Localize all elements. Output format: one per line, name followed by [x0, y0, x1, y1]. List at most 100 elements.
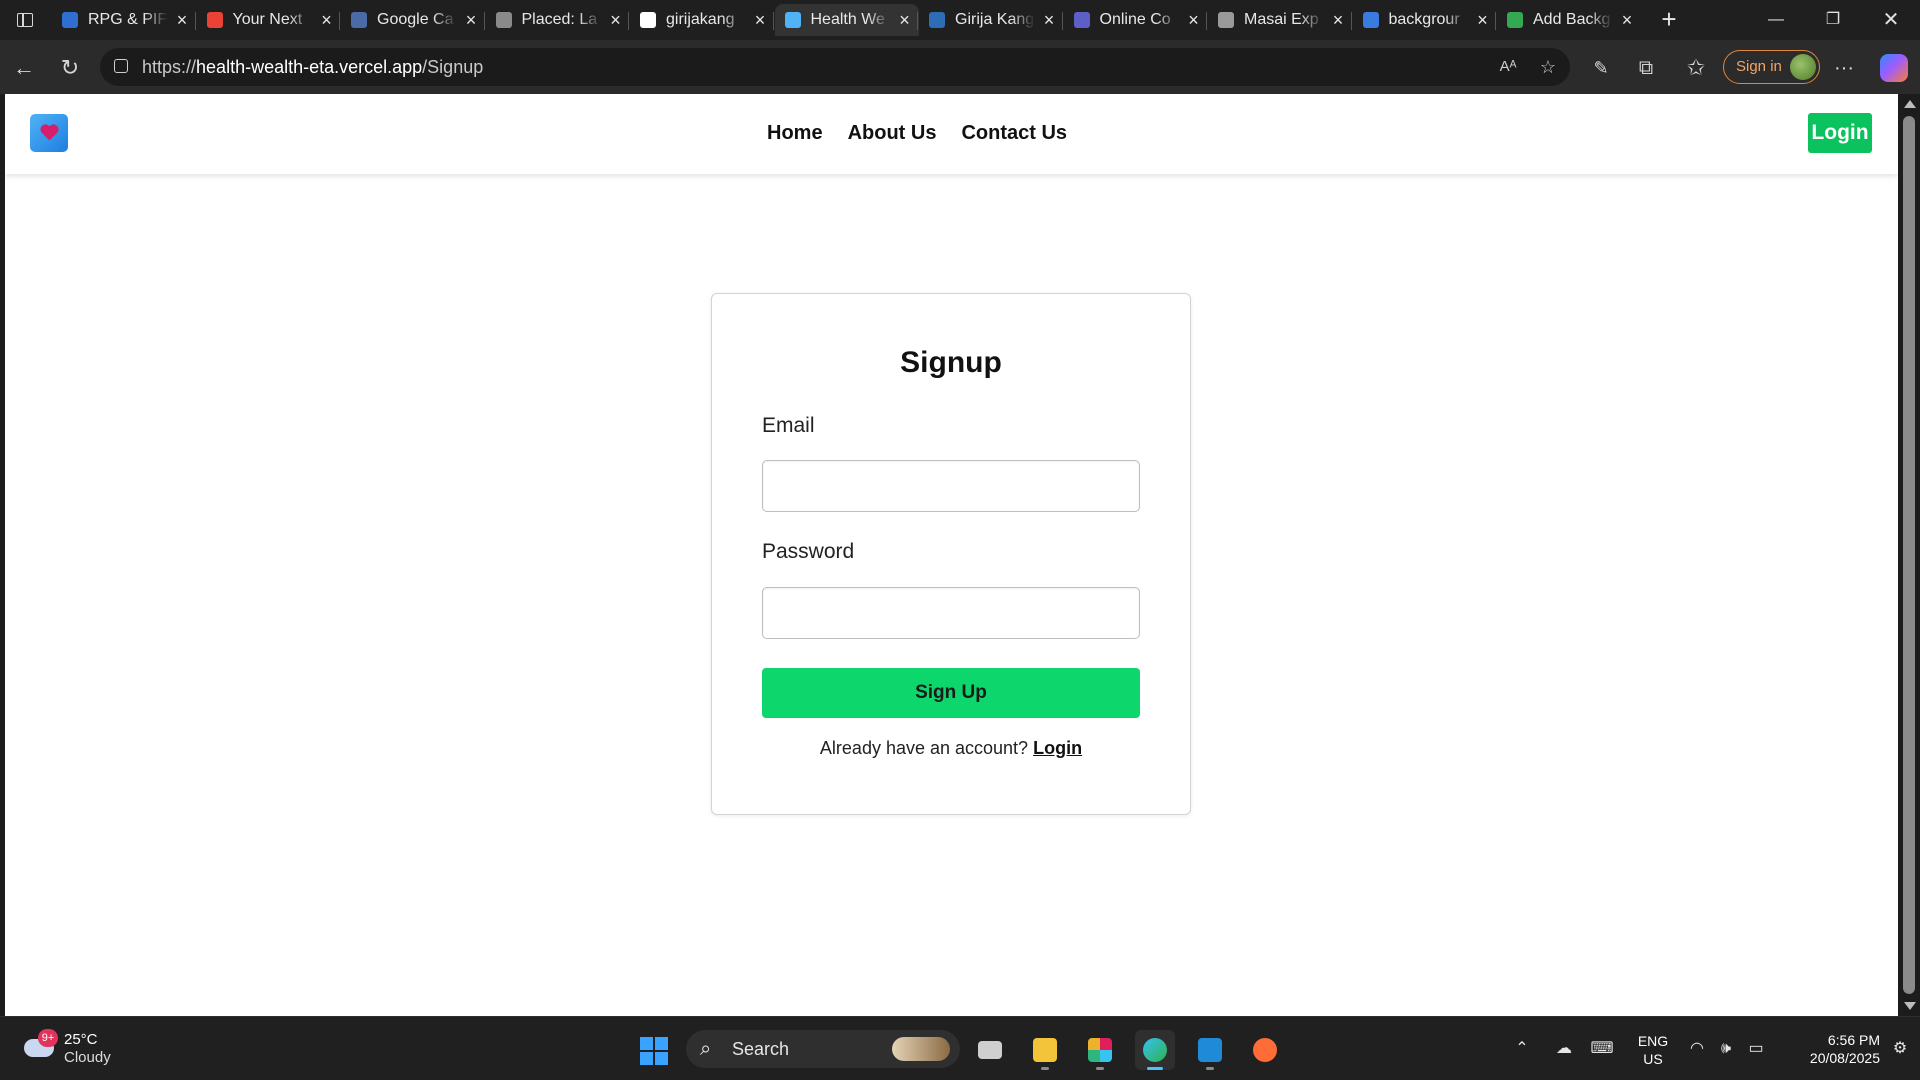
browser-tab[interactable]: Add Backg × — [1497, 4, 1641, 36]
pen-extension-icon[interactable]: ✎ — [1587, 54, 1615, 82]
close-tab-icon[interactable]: × — [750, 10, 770, 30]
tab-title: girijakang — [666, 11, 735, 28]
nav-link-about-us[interactable]: About Us — [848, 122, 937, 145]
close-tab-icon[interactable]: × — [461, 10, 481, 30]
refresh-button[interactable]: ↻ — [56, 54, 84, 82]
browser-tab[interactable]: Online Co × — [1064, 4, 1208, 36]
scroll-down-arrow-icon[interactable] — [1904, 1002, 1916, 1010]
new-tab-button[interactable]: + — [1655, 6, 1683, 34]
sign-up-button[interactable]: Sign Up — [762, 668, 1140, 718]
clock-time: 6:56 PM — [1827, 1032, 1880, 1048]
show-hidden-icons-chevron-icon[interactable]: ⌃ — [1510, 1037, 1534, 1061]
close-tab-icon[interactable]: × — [172, 10, 192, 30]
browser-tab[interactable]: Google Ca × — [341, 4, 485, 36]
browser-tab[interactable]: Health We × — [774, 4, 919, 36]
taskbar-search[interactable]: ⌕ Search — [686, 1030, 960, 1068]
slack-icon[interactable] — [1080, 1030, 1120, 1070]
close-tab-icon[interactable]: × — [1617, 10, 1637, 30]
address-bar[interactable]: https://health-wealth-eta.vercel.app/Sig… — [100, 48, 1570, 86]
nav-login-button[interactable]: Login — [1808, 113, 1872, 153]
tab-separator — [917, 12, 918, 30]
browser-tab[interactable]: Placed: La × — [486, 4, 630, 36]
favorite-star-icon[interactable]: ☆ — [1536, 56, 1560, 78]
copilot-icon[interactable] — [1880, 54, 1908, 82]
login-link[interactable]: Login — [1033, 738, 1082, 758]
onedrive-icon[interactable]: ☁ — [1552, 1037, 1576, 1061]
tab-separator — [339, 12, 340, 30]
document-icon — [929, 12, 945, 28]
nav-link-contact-us[interactable]: Contact Us — [961, 122, 1067, 145]
url-text[interactable]: https://health-wealth-eta.vercel.app/Sig… — [142, 57, 483, 78]
nav-links: Home About Us Contact Us — [767, 122, 1067, 145]
email-field[interactable] — [762, 460, 1140, 512]
close-tab-icon[interactable]: × — [895, 10, 915, 30]
tab-bar: RPG & PIF × Your Next × Google Ca × Placed: La… — [0, 0, 1920, 40]
add-background-icon — [1507, 12, 1523, 28]
signup-card: Signup Email Password Sign Up Already ha… — [711, 293, 1191, 815]
tab-separator — [628, 12, 629, 30]
system-clock[interactable]: 6:56 PM 20/08/2025 — [1780, 1031, 1880, 1067]
browser-tab[interactable]: backgrour × — [1353, 4, 1497, 36]
restore-button[interactable]: ❐ — [1810, 8, 1856, 32]
scrollbar-thumb[interactable] — [1903, 116, 1915, 994]
more-menu-icon[interactable]: ··· — [1830, 54, 1858, 82]
close-tab-icon[interactable]: × — [1184, 10, 1204, 30]
browser-tab[interactable]: Girija Kang × — [919, 4, 1063, 36]
close-window-button[interactable]: ✕ — [1868, 8, 1914, 32]
wifi-icon[interactable]: ◠ — [1685, 1037, 1709, 1061]
tab-separator — [1206, 12, 1207, 30]
scroll-up-arrow-icon[interactable] — [1904, 100, 1916, 108]
tab-separator — [194, 12, 196, 30]
tab-title: Masai Exp — [1244, 11, 1319, 28]
minimize-button[interactable]: — — [1753, 8, 1799, 32]
browser-tab[interactable]: RPG & PIF × — [52, 4, 196, 36]
masai-icon — [1218, 12, 1234, 28]
windows-taskbar: 9+ 25°C Cloudy ⌕ Search ⌃ ☁ ⌨ ENG US ◠ 🕪… — [0, 1016, 1920, 1080]
tab-title: Add Backg — [1533, 11, 1611, 28]
close-tab-icon[interactable]: × — [1328, 10, 1348, 30]
weather-temperature: 25°C — [64, 1031, 98, 1048]
health-wealth-icon — [784, 12, 801, 28]
volume-icon[interactable]: 🕪 — [1714, 1037, 1738, 1061]
password-field[interactable] — [762, 587, 1140, 639]
read-aloud-icon[interactable]: Aᴬ — [1496, 56, 1520, 78]
file-explorer-icon[interactable] — [1025, 1030, 1065, 1070]
close-tab-icon[interactable]: × — [1473, 10, 1493, 30]
browser-tab[interactable]: Your Next × — [197, 4, 341, 36]
back-button[interactable]: ← — [10, 54, 38, 82]
profile-sign-in-button[interactable]: Sign in — [1723, 50, 1820, 84]
tab-separator — [483, 12, 485, 30]
tab-title: RPG & PIF — [88, 11, 168, 28]
task-view-icon[interactable] — [970, 1030, 1010, 1070]
language-indicator[interactable]: ENG US — [1636, 1032, 1670, 1068]
tab-separator — [772, 12, 774, 30]
browser-tab[interactable]: Masai Exp × — [1208, 4, 1352, 36]
github-icon — [640, 12, 656, 28]
close-tab-icon[interactable]: × — [1039, 10, 1059, 30]
weather-condition: Cloudy — [64, 1049, 111, 1066]
edge-browser-icon[interactable] — [1135, 1030, 1175, 1070]
page-scrollbar[interactable] — [1898, 94, 1920, 1016]
favorites-icon[interactable]: ✩ — [1682, 54, 1710, 82]
browser-tab[interactable]: girijakang × — [630, 4, 774, 36]
search-icon: ⌕ — [700, 1038, 712, 1060]
battery-icon[interactable]: ▭ — [1744, 1037, 1768, 1061]
close-tab-icon[interactable]: × — [606, 10, 626, 30]
postman-icon[interactable] — [1245, 1030, 1285, 1070]
gmail-icon — [206, 12, 223, 28]
heart-logo-icon[interactable] — [30, 114, 68, 152]
site-info-icon[interactable] — [114, 59, 128, 73]
close-tab-icon[interactable]: × — [317, 10, 337, 30]
vscode-icon[interactable] — [1190, 1030, 1230, 1070]
tab-actions-icon[interactable] — [12, 8, 38, 32]
nav-link-home[interactable]: Home — [767, 122, 823, 145]
placed-icon — [495, 12, 512, 28]
tab-title: Google Ca — [377, 11, 454, 28]
weather-widget[interactable]: 9+ 25°C Cloudy — [20, 1029, 140, 1069]
extensions-icon[interactable]: ⧉ — [1632, 54, 1660, 82]
notifications-icon[interactable]: ⚙ — [1888, 1037, 1912, 1061]
keyboard-icon[interactable]: ⌨ — [1590, 1037, 1614, 1061]
site-navbar: Home About Us Contact Us Login — [5, 94, 1898, 174]
windows-start-icon[interactable] — [640, 1037, 668, 1065]
tab-title: backgrour — [1388, 11, 1460, 28]
